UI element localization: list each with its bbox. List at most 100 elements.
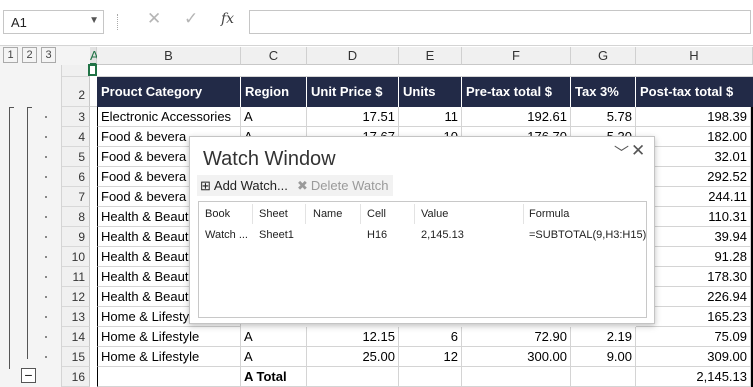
col-sheet-header[interactable]: Sheet — [259, 208, 288, 220]
col-divider[interactable] — [305, 204, 306, 224]
outline-level-2-button[interactable]: 2 — [22, 47, 37, 63]
column-header-e[interactable]: E — [399, 47, 462, 65]
outline-dot — [45, 136, 47, 138]
cell-b3[interactable]: Electronic Accessories — [97, 107, 241, 127]
add-watch-icon: ⊞ — [200, 178, 211, 193]
cell-f16[interactable] — [462, 367, 571, 387]
column-header-h[interactable]: H — [636, 47, 753, 65]
header-cell-region[interactable]: Region — [241, 77, 307, 107]
col-divider[interactable] — [360, 204, 361, 224]
header-cell-tax[interactable]: Tax 3% — [571, 77, 636, 107]
cell-b14[interactable]: Home & Lifestyle — [97, 327, 241, 347]
outline-dot — [45, 296, 47, 298]
header-cell-posttax[interactable]: Post-tax total $ — [636, 77, 753, 107]
col-formula-header[interactable]: Formula — [529, 208, 569, 220]
cell-g3[interactable]: 5.78 — [571, 107, 636, 127]
watch-book: Watch ... — [205, 229, 248, 241]
row-header-11[interactable]: 11 — [62, 267, 90, 287]
cell-c14[interactable]: A — [241, 327, 307, 347]
header-cell-unit-price[interactable]: Unit Price $ — [307, 77, 399, 107]
cell-e3[interactable]: 11 — [399, 107, 462, 127]
cell-h3[interactable]: 198.39 — [636, 107, 751, 127]
outline-level-1-button[interactable]: 1 — [3, 47, 18, 63]
cell-b16[interactable] — [97, 367, 241, 387]
cell-d14[interactable]: 12.15 — [307, 327, 399, 347]
close-icon[interactable]: ✕ — [631, 141, 645, 161]
cell-f15[interactable]: 300.00 — [462, 347, 571, 367]
cell-b15[interactable]: Home & Lifestyle — [97, 347, 241, 367]
cell-a2[interactable] — [90, 77, 97, 107]
cell-h14[interactable]: 75.09 — [636, 327, 751, 347]
row-header-3[interactable]: 3 — [62, 107, 90, 127]
row-header-15[interactable]: 15 — [62, 347, 90, 367]
watch-formula: =SUBTOTAL(9,H3:H15) — [529, 229, 647, 241]
col-divider[interactable] — [414, 204, 415, 224]
cell-f3[interactable]: 192.61 — [462, 107, 571, 127]
splitter[interactable] — [117, 14, 120, 30]
column-header-c[interactable]: C — [241, 47, 307, 65]
cell-g16[interactable] — [571, 367, 636, 387]
col-divider[interactable] — [523, 204, 524, 224]
header-cell-category[interactable]: Prouct Category — [97, 77, 241, 107]
row-header-1[interactable] — [62, 65, 90, 77]
col-divider[interactable] — [252, 204, 253, 224]
add-watch-label: Add Watch... — [213, 178, 288, 193]
row-header-9[interactable]: 9 — [62, 227, 90, 247]
collapse-group-button[interactable]: − — [21, 368, 36, 383]
row-header-8[interactable]: 8 — [62, 207, 90, 227]
cell-e15[interactable]: 12 — [399, 347, 462, 367]
add-watch-button[interactable]: ⊞ Add Watch... — [200, 178, 288, 194]
col-value-header[interactable]: Value — [421, 208, 448, 220]
row-header-14[interactable]: 14 — [62, 327, 90, 347]
column-header-a[interactable]: A — [90, 47, 99, 65]
cell-d16[interactable] — [307, 367, 399, 387]
col-name-header[interactable]: Name — [313, 208, 342, 220]
col-book-header[interactable]: Book — [205, 208, 230, 220]
cell-c3[interactable]: A — [241, 107, 307, 127]
row-header-5[interactable]: 5 — [62, 147, 90, 167]
column-header-b[interactable]: B — [97, 47, 241, 65]
outline-level-3-button[interactable]: 3 — [41, 47, 56, 63]
enter-icon[interactable]: ✓ — [184, 9, 198, 29]
chevron-down-icon[interactable]: ▼ — [89, 15, 99, 26]
cell-d3[interactable]: 17.51 — [307, 107, 399, 127]
name-box[interactable]: A1 ▼ — [3, 10, 104, 34]
row-header-2[interactable]: 2 — [62, 77, 90, 107]
header-cell-units[interactable]: Units — [399, 77, 462, 107]
row-header-4[interactable]: 4 — [62, 127, 90, 147]
outline-dot — [45, 116, 47, 118]
row-header-16[interactable]: 16 — [62, 367, 90, 387]
cell-h15[interactable]: 309.00 — [636, 347, 751, 367]
outline-dot — [45, 356, 47, 358]
cell-e14[interactable]: 6 — [399, 327, 462, 347]
cell-g14[interactable]: 2.19 — [571, 327, 636, 347]
column-header-f[interactable]: F — [462, 47, 571, 65]
cell-h16-total[interactable]: 2,145.13 — [636, 367, 751, 387]
cell-e16[interactable] — [399, 367, 462, 387]
formula-input[interactable] — [249, 10, 751, 34]
cell-c16-total-label[interactable]: A Total — [241, 367, 307, 387]
cell-c15[interactable]: A — [241, 347, 307, 367]
row-header-10[interactable]: 10 — [62, 247, 90, 267]
row-header-7[interactable]: 7 — [62, 187, 90, 207]
row-header-12[interactable]: 12 — [62, 287, 90, 307]
column-header-g[interactable]: G — [571, 47, 636, 65]
cell-g15[interactable]: 9.00 — [571, 347, 636, 367]
insert-function-button[interactable]: fx — [221, 11, 234, 27]
column-header-d[interactable]: D — [307, 47, 399, 65]
watch-value: 2,145.13 — [421, 229, 464, 241]
selected-cell-a1[interactable] — [88, 64, 97, 76]
header-cell-pretax[interactable]: Pre-tax total $ — [462, 77, 571, 107]
watch-window[interactable]: Watch Window ﹀ ✕ ⊞ Add Watch... ✖ Delete W… — [189, 136, 655, 324]
cell-f14[interactable]: 72.90 — [462, 327, 571, 347]
row-header-6[interactable]: 6 — [62, 167, 90, 187]
chevron-down-icon[interactable]: ﹀ — [614, 142, 629, 163]
cell-d15[interactable]: 25.00 — [307, 347, 399, 367]
row-header-13[interactable]: 13 — [62, 307, 90, 327]
watch-list[interactable]: Book Sheet Name Cell Value Formula Watch… — [198, 201, 647, 318]
col-cell-header[interactable]: Cell — [367, 208, 386, 220]
delete-watch-button[interactable]: ✖ Delete Watch — [297, 178, 388, 194]
outline-dot — [45, 276, 47, 278]
outline-dot — [45, 256, 47, 258]
cancel-icon[interactable]: ✕ — [147, 9, 161, 29]
